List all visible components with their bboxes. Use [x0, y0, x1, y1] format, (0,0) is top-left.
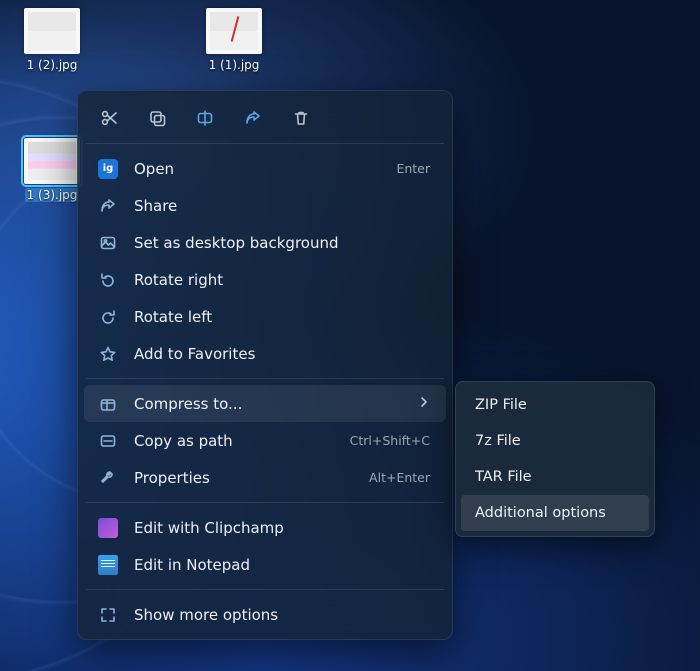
delete-button[interactable]: [290, 107, 312, 129]
share-icon: [244, 109, 262, 127]
copy-button[interactable]: [146, 107, 168, 129]
rename-icon: [196, 109, 214, 127]
desktop-icon[interactable]: 1 (2).jpg: [16, 8, 88, 72]
copy-path-icon: [98, 431, 118, 451]
menu-label: Rotate left: [134, 308, 430, 326]
menu-label: Copy as path: [134, 432, 334, 450]
menu-hint: Alt+Enter: [369, 470, 430, 485]
file-thumbnail: [206, 8, 262, 54]
menu-label: Properties: [134, 469, 353, 487]
compress-submenu: ZIP File 7z File TAR File Additional opt…: [455, 381, 655, 537]
menu-item-more-options[interactable]: Show more options: [84, 596, 446, 633]
picture-icon: [98, 233, 118, 253]
scissors-icon: [100, 109, 118, 127]
context-menu: Open Enter Share Set as desktop backgrou…: [77, 90, 453, 640]
submenu-label: Additional options: [475, 505, 606, 521]
submenu-item-tar[interactable]: TAR File: [461, 459, 649, 495]
chevron-right-icon: [418, 396, 430, 412]
submenu-item-7z[interactable]: 7z File: [461, 423, 649, 459]
menu-label: Share: [134, 197, 430, 215]
menu-label: Edit with Clipchamp: [134, 519, 430, 537]
separator: [86, 589, 444, 590]
menu-label: Set as desktop background: [134, 234, 430, 252]
menu-item-rotate-right[interactable]: Rotate right: [84, 261, 446, 298]
submenu-label: TAR File: [475, 469, 532, 485]
submenu-item-additional[interactable]: Additional options: [461, 495, 649, 531]
menu-item-share[interactable]: Share: [84, 187, 446, 224]
share-button[interactable]: [242, 107, 264, 129]
file-label: 1 (3).jpg: [25, 188, 80, 202]
separator: [86, 143, 444, 144]
separator: [86, 502, 444, 503]
menu-item-clipchamp[interactable]: Edit with Clipchamp: [84, 509, 446, 546]
rename-button[interactable]: [194, 107, 216, 129]
file-label: 1 (1).jpg: [209, 58, 260, 72]
menu-item-open[interactable]: Open Enter: [84, 150, 446, 187]
separator: [86, 378, 444, 379]
context-toolbar: [78, 97, 452, 137]
menu-label: Edit in Notepad: [134, 556, 430, 574]
menu-item-rotate-left[interactable]: Rotate left: [84, 298, 446, 335]
wrench-icon: [98, 468, 118, 488]
submenu-label: 7z File: [475, 433, 521, 449]
share-icon: [98, 196, 118, 216]
menu-item-favorites[interactable]: Add to Favorites: [84, 335, 446, 372]
menu-item-notepad[interactable]: Edit in Notepad: [84, 546, 446, 583]
file-label: 1 (2).jpg: [27, 58, 78, 72]
rotate-right-icon: [98, 270, 118, 290]
menu-item-copy-path[interactable]: Copy as path Ctrl+Shift+C: [84, 422, 446, 459]
menu-hint: Ctrl+Shift+C: [350, 433, 430, 448]
copy-icon: [148, 109, 166, 127]
expand-icon: [98, 605, 118, 625]
menu-label: Show more options: [134, 606, 430, 624]
menu-item-compress[interactable]: Compress to...: [84, 385, 446, 422]
open-app-icon: [98, 159, 118, 179]
submenu-item-zip[interactable]: ZIP File: [461, 387, 649, 423]
cut-button[interactable]: [98, 107, 120, 129]
rotate-left-icon: [98, 307, 118, 327]
menu-label: Open: [134, 160, 380, 178]
file-thumbnail: [24, 138, 80, 184]
menu-label: Rotate right: [134, 271, 430, 289]
star-icon: [98, 344, 118, 364]
menu-item-properties[interactable]: Properties Alt+Enter: [84, 459, 446, 496]
menu-hint: Enter: [396, 161, 430, 176]
menu-item-wallpaper[interactable]: Set as desktop background: [84, 224, 446, 261]
clipchamp-icon: [98, 518, 118, 538]
archive-icon: [98, 394, 118, 414]
trash-icon: [292, 109, 310, 127]
desktop-icon[interactable]: 1 (1).jpg: [198, 8, 270, 72]
menu-label: Compress to...: [134, 395, 402, 413]
notepad-icon: [98, 555, 118, 575]
submenu-label: ZIP File: [475, 397, 527, 413]
file-thumbnail: [24, 8, 80, 54]
menu-label: Add to Favorites: [134, 345, 430, 363]
